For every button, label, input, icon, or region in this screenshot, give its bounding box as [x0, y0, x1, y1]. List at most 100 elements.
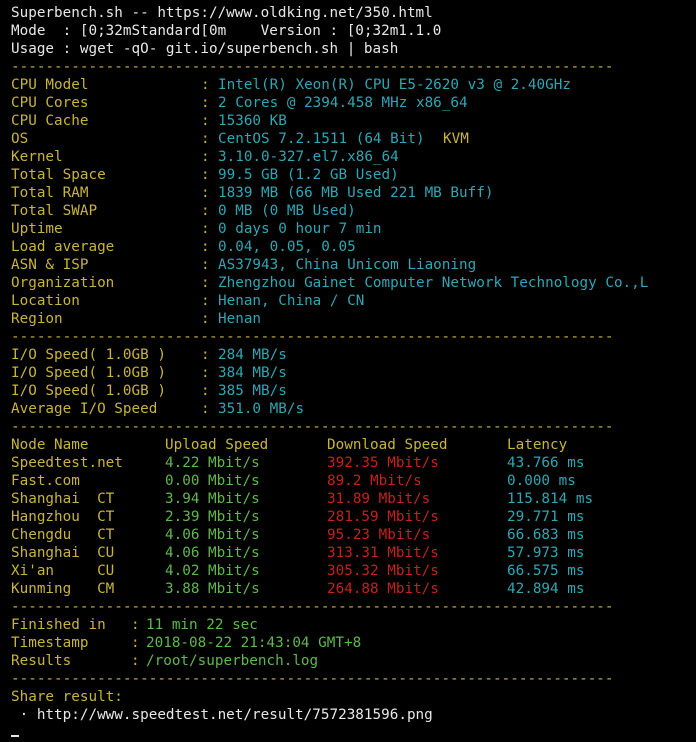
latency: 66.575 ms	[507, 563, 585, 579]
download-speed: 392.35 Mbit/s	[327, 455, 439, 471]
footer-label: Finished in	[11, 617, 106, 633]
colon-separator: :	[201, 239, 210, 255]
sysinfo-row: Organization: Zhengzhou Gainet Computer N…	[11, 274, 696, 292]
io-value: 284 MB/s	[218, 347, 287, 363]
io-section: I/O Speed( 1.0GB ):284 MB/s I/O Speed( 1.…	[11, 346, 696, 418]
table-row: Hangzhou CT 2.39 Mbit/s 281.59 Mbit/s 29.77…	[11, 508, 696, 526]
colon-separator: :	[201, 131, 210, 147]
sysinfo-label: Total Space	[11, 167, 106, 183]
sysinfo-value: Henan	[218, 311, 262, 327]
sysinfo-label: CPU Cache	[11, 113, 89, 129]
sysinfo-row: Load average:0.04, 0.05, 0.05	[11, 238, 696, 256]
sysinfo-row: Region: Henan	[11, 310, 696, 328]
io-value: 385 MB/s	[218, 383, 287, 399]
io-value: 384 MB/s	[218, 365, 287, 381]
sysinfo-value: 99.5 GB (1.2 GB Used)	[218, 167, 399, 183]
sysinfo-row: Location: Henan, China / CN	[11, 292, 696, 310]
sysinfo-value: 3.10.0-327.el7.x86_64	[218, 149, 399, 165]
colon-separator: :	[131, 635, 140, 651]
share-link[interactable]: · http://www.speedtest.net/result/757238…	[11, 706, 696, 724]
upload-speed: 2.39 Mbit/s	[165, 509, 260, 525]
node-name: Speedtest.net	[11, 455, 123, 471]
colon-separator: :	[201, 203, 210, 219]
table-row: Fast.com 0.00 Mbit/s 89.2 Mbit/s 0.000 ms	[11, 472, 696, 490]
footer-row: Timestamp:2018-08-22 21:43:04 GMT+8	[11, 634, 696, 652]
upload-speed: 4.02 Mbit/s	[165, 563, 260, 579]
upload-speed: 3.94 Mbit/s	[165, 491, 260, 507]
colon-separator: :	[201, 401, 210, 417]
header-latency: Latency	[507, 437, 568, 453]
latency: 0.000 ms	[507, 473, 576, 489]
latency: 42.894 ms	[507, 581, 585, 597]
cursor-line	[11, 724, 696, 742]
sysinfo-value: 0.04, 0.05, 0.05	[218, 239, 356, 255]
colon-separator: :	[201, 167, 210, 183]
table-row: Xi'an CU 4.02 Mbit/s 305.32 Mbit/s 66.575 m…	[11, 562, 696, 580]
sysinfo-value: CentOS 7.2.1511 (64 Bit)	[218, 131, 425, 147]
sysinfo-row: CPU Cache:15360 KB	[11, 112, 696, 130]
sysinfo-extra: KVM	[443, 131, 469, 147]
footer-label: Timestamp	[11, 635, 89, 651]
sysinfo-label: Organization	[11, 275, 115, 291]
sysinfo-row: OS: CentOS 7.2.1511 (64 Bit) KVM	[11, 130, 696, 148]
sysinfo-label: Total SWAP	[11, 203, 98, 219]
download-speed: 313.31 Mbit/s	[327, 545, 439, 561]
upload-speed: 4.22 Mbit/s	[165, 455, 260, 471]
sysinfo-label: Uptime	[11, 221, 63, 237]
table-row: Speedtest.net 4.22 Mbit/s 392.35 Mbit/s 43.…	[11, 454, 696, 472]
footer-label: Results	[11, 653, 72, 669]
divider: ----------------------------------------…	[11, 419, 614, 435]
download-speed: 95.23 Mbit/s	[327, 527, 431, 543]
colon-separator: :	[131, 653, 140, 669]
speedtest-table: Speedtest.net 4.22 Mbit/s 392.35 Mbit/s 43.…	[11, 454, 696, 598]
colon-separator: :	[201, 293, 210, 309]
io-label: I/O Speed( 1.0GB )	[11, 347, 166, 363]
sysinfo-label: Location	[11, 293, 80, 309]
node-name: Xi'an CU	[11, 563, 115, 579]
download-speed: 281.59 Mbit/s	[327, 509, 439, 525]
table-row: Shanghai CU 4.06 Mbit/s 313.31 Mbit/s 57.97…	[11, 544, 696, 562]
table-row: Chengdu CT 4.06 Mbit/s 95.23 Mbit/s 66.683 …	[11, 526, 696, 544]
sysinfo-row: Total RAM:1839 MB (66 MB Used 221 MB Buf…	[11, 184, 696, 202]
node-name: Kunming CM	[11, 581, 115, 597]
sysinfo-label: Total RAM	[11, 185, 89, 201]
download-speed: 305.32 Mbit/s	[327, 563, 439, 579]
colon-separator: :	[201, 365, 210, 381]
colon-separator: :	[201, 149, 210, 165]
footer-value: 2018-08-22 21:43:04 GMT+8	[146, 635, 362, 651]
header-mode: Mode : [0;32mStandard[0m Version : [0;32…	[11, 23, 442, 39]
header-download-speed: Download Speed	[327, 437, 448, 453]
colon-separator: :	[201, 383, 210, 399]
footer-value: /root/superbench.log	[146, 653, 319, 669]
colon-separator: :	[201, 185, 210, 201]
header-node-name: Node Name	[11, 437, 89, 453]
sysinfo-value: 15360 KB	[218, 113, 287, 129]
sysinfo-value: 0 MB (0 MB Used)	[218, 203, 356, 219]
io-row: I/O Speed( 1.0GB ):385 MB/s	[11, 382, 696, 400]
sysinfo-value: Henan, China / CN	[218, 293, 365, 309]
upload-speed: 4.06 Mbit/s	[165, 527, 260, 543]
sysinfo-section: CPU Model: Intel(R) Xeon(R) CPU E5-2620 v…	[11, 76, 696, 328]
colon-separator: :	[201, 95, 210, 111]
colon-separator: :	[131, 617, 140, 633]
latency: 66.683 ms	[507, 527, 585, 543]
io-row: Average I/O Speed:351.0 MB/s	[11, 400, 696, 418]
colon-separator: :	[201, 257, 210, 273]
divider: ----------------------------------------…	[11, 329, 614, 345]
sysinfo-value: 1839 MB (66 MB Used 221 MB Buff)	[218, 185, 494, 201]
table-row: Kunming CM 3.88 Mbit/s 264.88 Mbit/s 42.894…	[11, 580, 696, 598]
sysinfo-row: CPU Cores:2 Cores @ 2394.458 MHz x86_64	[11, 94, 696, 112]
latency: 57.973 ms	[507, 545, 585, 561]
io-row: I/O Speed( 1.0GB ):384 MB/s	[11, 364, 696, 382]
footer-section: Finished in:11 min 22 sec Timestamp:2018-…	[11, 616, 696, 670]
upload-speed: 4.06 Mbit/s	[165, 545, 260, 561]
header-usage: Usage : wget -qO- git.io/superbench.sh |…	[11, 41, 399, 57]
sysinfo-row: ASN & ISP: AS37943, China Unicom Liaoning	[11, 256, 696, 274]
sysinfo-label: ASN & ISP	[11, 257, 89, 273]
io-value: 351.0 MB/s	[218, 401, 305, 417]
colon-separator: :	[201, 347, 210, 363]
sysinfo-value: 2 Cores @ 2394.458 MHz x86_64	[218, 95, 468, 111]
latency: 115.814 ms	[507, 491, 594, 507]
share-title: Share result:	[11, 689, 123, 705]
upload-speed: 0.00 Mbit/s	[165, 473, 260, 489]
